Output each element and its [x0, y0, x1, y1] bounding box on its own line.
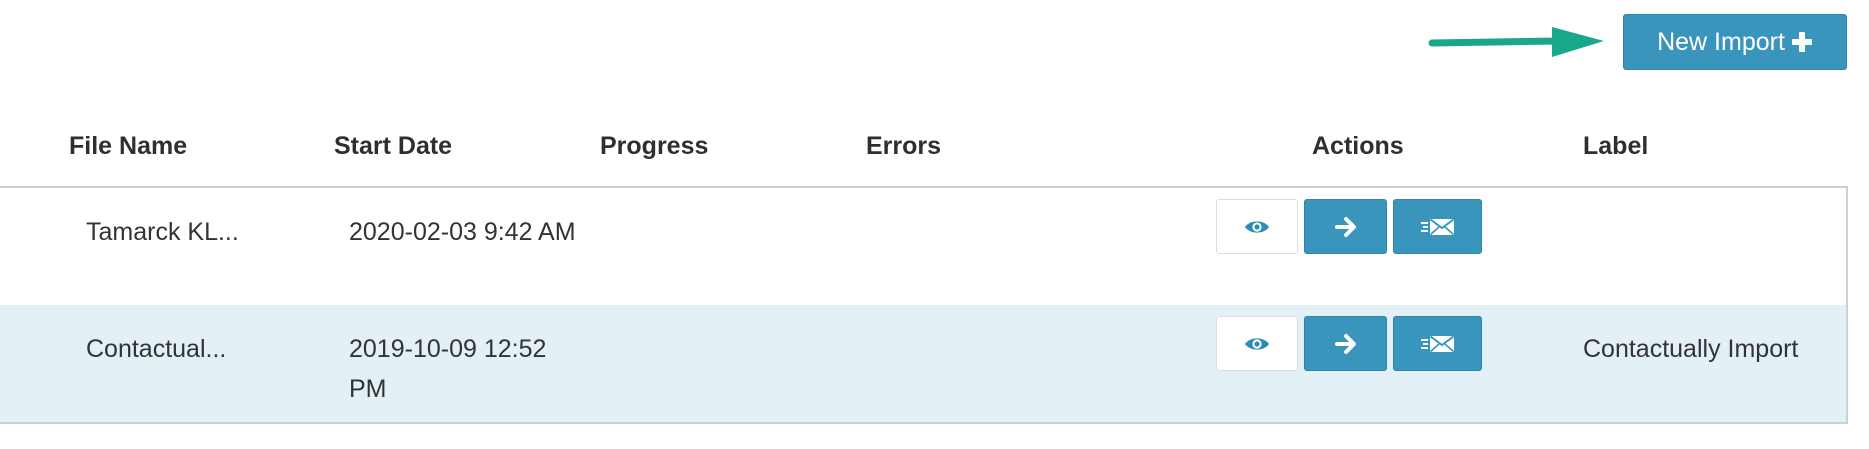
annotation-arrow-icon	[1428, 27, 1604, 57]
cell-label: Contactually Import	[1583, 335, 1799, 363]
header-actions: Actions	[1312, 132, 1404, 160]
row-actions	[1216, 316, 1482, 371]
eye-icon	[1244, 336, 1270, 352]
cell-start-date: 2019-10-09 12:52 PM	[349, 335, 547, 403]
plus-icon	[1791, 31, 1813, 53]
header-errors[interactable]: Errors	[866, 132, 941, 161]
view-button[interactable]	[1216, 316, 1298, 371]
view-button[interactable]	[1216, 199, 1298, 254]
header-start-date[interactable]: Start Date	[334, 132, 452, 161]
table-body: Tamarck KL... 2020-02-03 9:42 AM Contact…	[0, 188, 1848, 424]
header-label[interactable]: Label	[1583, 132, 1648, 161]
cell-file-name: Tamarck KL...	[86, 218, 239, 246]
open-button[interactable]	[1304, 199, 1387, 254]
new-import-label: New Import	[1657, 27, 1785, 56]
imports-table: File Name Start Date Progress Errors Act…	[0, 118, 1848, 424]
send-mail-icon	[1420, 217, 1455, 237]
table-header: File Name Start Date Progress Errors Act…	[0, 118, 1848, 188]
header-progress[interactable]: Progress	[600, 132, 708, 161]
cell-file-name: Contactual...	[86, 335, 227, 363]
arrow-right-icon	[1334, 333, 1357, 355]
row-actions	[1216, 199, 1482, 254]
imports-page: New Import File Name Start Date Progress…	[0, 0, 1869, 449]
send-mail-icon	[1420, 334, 1455, 354]
eye-icon	[1244, 219, 1270, 235]
cell-start-date: 2020-02-03 9:42 AM	[349, 218, 576, 246]
header-file-name[interactable]: File Name	[69, 132, 187, 161]
send-mail-button[interactable]	[1393, 316, 1482, 371]
table-row: Contactual... 2019-10-09 12:52 PM Contac…	[0, 305, 1846, 422]
arrow-right-icon	[1334, 216, 1357, 238]
table-row: Tamarck KL... 2020-02-03 9:42 AM	[0, 188, 1846, 305]
send-mail-button[interactable]	[1393, 199, 1482, 254]
open-button[interactable]	[1304, 316, 1387, 371]
new-import-button[interactable]: New Import	[1623, 14, 1847, 70]
